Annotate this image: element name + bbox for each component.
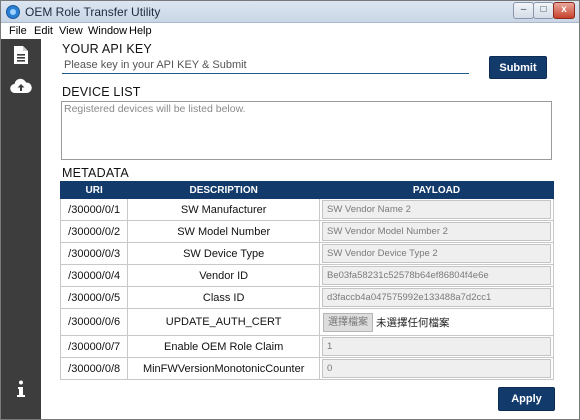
payload-field[interactable]: SW Vendor Model Number 2	[321, 222, 551, 241]
title-bar[interactable]: OEM Role Transfer Utility – □ x	[1, 1, 579, 23]
sidebar	[1, 39, 41, 419]
api-key-input[interactable]	[62, 57, 469, 74]
menu-help[interactable]: Help	[129, 25, 152, 37]
menu-view[interactable]: View	[59, 25, 83, 37]
uri-cell: /30000/0/6	[59, 308, 129, 336]
sidebar-item-upload[interactable]	[1, 70, 41, 102]
column-header-description: DESCRIPTION	[127, 181, 320, 199]
metadata-heading: METADATA	[62, 166, 129, 180]
table-row: /30000/0/6 UPDATE_AUTH_CERT 選擇檔案 未選擇任何檔案	[59, 308, 555, 336]
table-row: /30000/0/7 Enable OEM Role Claim 1	[59, 335, 555, 358]
menu-bar: File Edit View Window Help	[1, 23, 579, 39]
table-row: /30000/0/3 SW Device Type SW Vendor Devi…	[59, 242, 555, 265]
cloud-upload-icon	[10, 78, 32, 94]
uri-cell: /30000/0/3	[59, 242, 129, 265]
description-cell: Enable OEM Role Claim	[127, 335, 320, 358]
app-logo-icon	[6, 5, 20, 19]
column-header-payload: PAYLOAD	[318, 181, 555, 199]
submit-button[interactable]: Submit	[489, 56, 547, 79]
window-title: OEM Role Transfer Utility	[25, 5, 161, 19]
payload-field[interactable]: SW Vendor Device Type 2	[321, 244, 551, 263]
table-row: /30000/0/2 SW Model Number SW Vendor Mod…	[59, 220, 555, 243]
api-key-heading: YOUR API KEY	[62, 42, 152, 56]
menu-edit[interactable]: Edit	[34, 25, 53, 37]
column-header-uri: URI	[59, 181, 129, 199]
description-cell: SW Model Number	[127, 220, 320, 243]
uri-cell: /30000/0/8	[59, 357, 129, 380]
menu-file[interactable]: File	[9, 25, 27, 37]
uri-cell: /30000/0/4	[59, 264, 129, 287]
menu-window[interactable]: Window	[88, 25, 127, 37]
table-header-row: URI DESCRIPTION PAYLOAD	[59, 181, 555, 199]
file-picker: 選擇檔案 未選擇任何檔案	[322, 311, 551, 333]
apply-button[interactable]: Apply	[498, 387, 555, 411]
close-button[interactable]: x	[553, 2, 575, 19]
uri-cell: /30000/0/2	[59, 220, 129, 243]
table-row: /30000/0/5 Class ID d3faccb4a047575992e1…	[59, 286, 555, 309]
uri-cell: /30000/0/7	[59, 335, 129, 358]
device-list-heading: DEVICE LIST	[62, 85, 141, 99]
payload-field[interactable]: 1	[321, 337, 551, 356]
table-row: /30000/0/4 Vendor ID Be03fa58231c52578b6…	[59, 264, 555, 287]
description-cell: Class ID	[127, 286, 320, 309]
sidebar-item-info[interactable]	[1, 373, 41, 405]
app-window: OEM Role Transfer Utility – □ x File Edi…	[0, 0, 580, 420]
table-row: /30000/0/1 SW Manufacturer SW Vendor Nam…	[59, 198, 555, 221]
uri-cell: /30000/0/5	[59, 286, 129, 309]
document-icon	[14, 46, 28, 64]
device-list-box[interactable]	[61, 101, 552, 160]
metadata-table: URI DESCRIPTION PAYLOAD /30000/0/1 SW Ma…	[59, 181, 555, 380]
file-status-label: 未選擇任何檔案	[375, 316, 450, 329]
info-icon	[17, 380, 25, 397]
payload-field[interactable]: 0	[321, 359, 551, 378]
uri-cell: /30000/0/1	[59, 198, 129, 221]
choose-file-button[interactable]: 選擇檔案	[322, 312, 373, 332]
payload-field[interactable]: Be03fa58231c52578b64ef86804f4e6e	[321, 266, 551, 285]
table-row: /30000/0/8 MinFWVersionMonotonicCounter …	[59, 357, 555, 380]
description-cell: SW Device Type	[127, 242, 320, 265]
description-cell: Vendor ID	[127, 264, 320, 287]
description-cell: SW Manufacturer	[127, 198, 320, 221]
maximize-button[interactable]: □	[533, 2, 554, 19]
description-cell: MinFWVersionMonotonicCounter	[127, 357, 320, 380]
description-cell: UPDATE_AUTH_CERT	[127, 308, 320, 336]
sidebar-item-document[interactable]	[1, 39, 41, 71]
payload-field[interactable]: d3faccb4a047575992e133488a7d2cc1	[321, 288, 551, 307]
payload-field[interactable]: SW Vendor Name 2	[321, 200, 551, 219]
minimize-button[interactable]: –	[513, 2, 534, 19]
